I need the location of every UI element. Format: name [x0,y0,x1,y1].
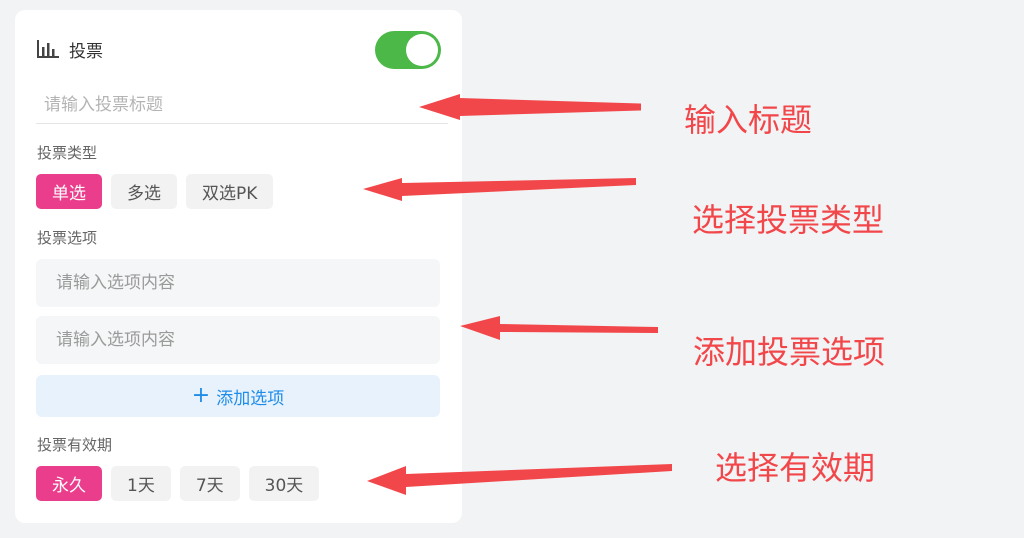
annotation-input-title: 输入标题 [684,101,813,139]
arrow-to-title [419,94,641,120]
arrow-to-type [363,178,636,201]
annotation-select-type: 选择投票类型 [692,201,885,239]
arrow-to-options [460,316,658,340]
arrow-to-validity [367,464,672,495]
annotation-add-options: 添加投票选项 [693,333,886,371]
annotation-select-validity: 选择有效期 [715,449,876,487]
